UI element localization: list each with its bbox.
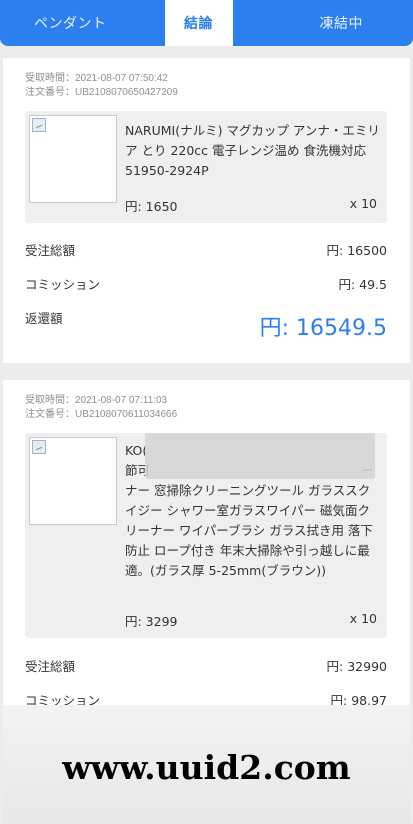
commission-label: コミッション bbox=[25, 277, 101, 292]
broken-image-icon bbox=[32, 440, 46, 454]
watermark: www.uuid2.com bbox=[62, 748, 351, 787]
order-number: 注文番号：UB2108070611034666 bbox=[25, 409, 178, 420]
order-number: 注文番号：UB2108070650427209 bbox=[25, 87, 178, 98]
blurred-region bbox=[145, 433, 375, 479]
order-card: 受取時間：2021-08-07 07:50:42 注文番号：UB21080706… bbox=[3, 58, 410, 363]
product-image bbox=[29, 115, 117, 203]
product-item: KO( 節可 ー ナー 窓掃除クリーニングツール ガラススクイジー シャワー室ガ… bbox=[25, 433, 387, 638]
commission-value: 円: 49.5 bbox=[338, 277, 387, 292]
total-label: 受注総額 bbox=[25, 659, 76, 674]
quantity: x 10 bbox=[349, 611, 377, 626]
unit-price: 円: 3299 bbox=[125, 614, 178, 629]
refund-label: 返還額 bbox=[25, 311, 63, 326]
received-time: 受取時間：2021-08-07 07:11:03 bbox=[25, 395, 168, 406]
received-time: 受取時間：2021-08-07 07:50:42 bbox=[25, 73, 168, 84]
total-value: 円: 16500 bbox=[326, 243, 387, 258]
tab-frozen[interactable]: 凍結中 bbox=[233, 0, 413, 46]
broken-image-icon bbox=[32, 118, 46, 132]
refund-value: 円: 16549.5 bbox=[259, 316, 387, 341]
product-image bbox=[29, 437, 117, 525]
total-value: 円: 32990 bbox=[326, 659, 387, 674]
product-item: NARUMI(ナルミ) マグカップ アンナ・エミリア とり 220cc 電子レン… bbox=[25, 111, 387, 223]
product-name: NARUMI(ナルミ) マグカップ アンナ・エミリア とり 220cc 電子レン… bbox=[125, 123, 380, 178]
quantity: x 10 bbox=[349, 196, 377, 211]
product-name: ナー 窓掃除クリーニングツール ガラススクイジー シャワー室ガラスワイパー 磁気… bbox=[125, 483, 373, 578]
total-label: 受注総額 bbox=[25, 243, 76, 258]
tab-completed[interactable]: 結論 bbox=[164, 0, 233, 46]
status-tabs: ペンダント 結論 凍結中 bbox=[0, 0, 413, 46]
tab-pending[interactable]: ペンダント bbox=[0, 0, 165, 46]
unit-price: 円: 1650 bbox=[125, 199, 178, 214]
